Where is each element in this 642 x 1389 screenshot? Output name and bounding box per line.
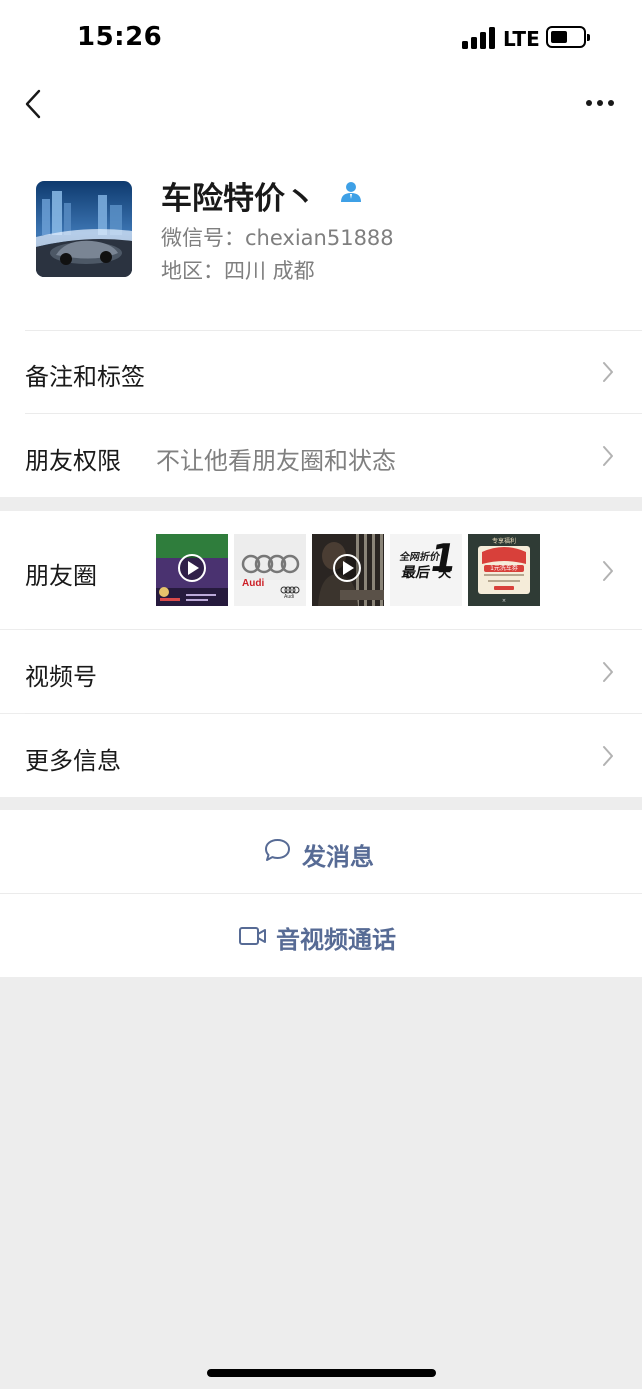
section-gap xyxy=(0,497,642,511)
status-time: 15:26 xyxy=(77,22,163,52)
chat-bubble-icon xyxy=(265,839,290,861)
remarks-tags-row[interactable]: 备注和标签 xyxy=(0,331,642,413)
moments-thumbnail-last-day[interactable]: 全网折价 最后 1 天 xyxy=(390,534,462,606)
video-call-button[interactable]: 音视频通话 xyxy=(0,894,642,977)
car-wash-top: 专享福利 xyxy=(491,538,516,545)
moments-thumbnail-car-wash[interactable]: × 专享福利 1元洗车券 xyxy=(468,534,540,606)
more-info-row[interactable]: 更多信息 xyxy=(0,714,642,797)
audi-brand-text: Audi xyxy=(242,578,265,589)
more-info-label: 更多信息 xyxy=(25,747,121,775)
moments-label: 朋友圈 xyxy=(25,562,97,590)
signal-icon xyxy=(462,27,496,49)
video-camera-icon xyxy=(239,927,266,945)
channels-row[interactable]: 视频号 xyxy=(0,630,642,713)
channels-label: 视频号 xyxy=(25,663,97,691)
battery-icon xyxy=(546,26,590,48)
last-day-suffix: 天 xyxy=(438,566,452,581)
car-wash-badge: 1元洗车券 xyxy=(484,565,524,572)
chevron-right-icon xyxy=(603,746,613,766)
moments-thumbnail-video[interactable] xyxy=(312,534,384,606)
chevron-right-icon xyxy=(603,561,613,581)
more-icon[interactable] xyxy=(585,96,615,110)
friend-permissions-row[interactable]: 朋友权限 不让他看朋友圈和状态 xyxy=(0,414,642,497)
chevron-right-icon xyxy=(603,362,613,382)
chevron-right-icon xyxy=(603,446,613,466)
moments-thumbnail-audi[interactable]: Audi Audi xyxy=(234,534,306,606)
avatar[interactable] xyxy=(36,181,132,277)
moments-thumbnail-video[interactable] xyxy=(156,534,228,606)
contact-verified-icon xyxy=(341,182,361,202)
friend-permissions-label: 朋友权限 xyxy=(25,447,121,475)
friend-permissions-value: 不让他看朋友圈和状态 xyxy=(156,447,396,475)
chevron-right-icon xyxy=(603,662,613,682)
video-call-label: 音视频通话 xyxy=(276,926,396,954)
nickname: 车险特价丶 xyxy=(161,181,316,217)
audi-small-text: Audi xyxy=(284,594,295,600)
remarks-tags-label: 备注和标签 xyxy=(25,363,145,391)
status-bar: 15:26 LTE xyxy=(0,0,642,78)
section-gap xyxy=(0,797,642,810)
home-indicator[interactable] xyxy=(207,1369,436,1377)
network-label: LTE xyxy=(503,27,540,51)
send-message-button[interactable]: 发消息 xyxy=(0,810,642,893)
wechat-id: 微信号：chexian51888 xyxy=(161,226,394,250)
region: 地区：四川 成都 xyxy=(161,259,315,283)
send-message-label: 发消息 xyxy=(302,843,374,871)
back-icon[interactable] xyxy=(22,88,48,120)
svg-text:×: × xyxy=(502,598,506,604)
